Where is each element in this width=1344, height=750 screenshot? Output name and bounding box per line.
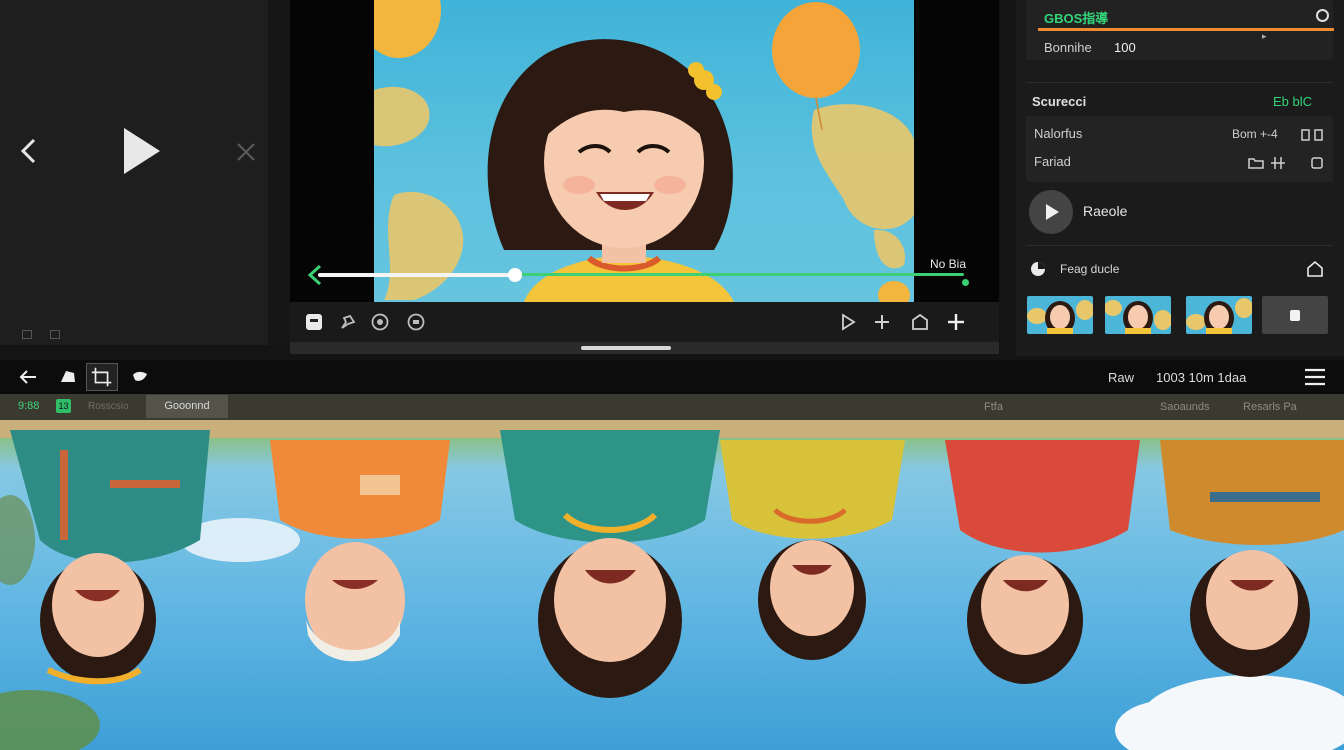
shape-icon[interactable]	[58, 367, 78, 387]
tab-item[interactable]: Saoaunds	[1160, 401, 1210, 413]
tab-badge: 13	[56, 399, 71, 413]
inspector-panel: GBOS指導 ▸ Bonnihe 100 Scurecci Eb blC Nal…	[1016, 0, 1344, 356]
video-viewer[interactable]: No Bia	[290, 0, 999, 302]
viewer-scroll-bar[interactable]	[290, 342, 999, 354]
more-icon	[1290, 310, 1300, 321]
scroll-handle[interactable]	[581, 346, 671, 350]
thumbnail[interactable]	[1105, 296, 1171, 334]
checkbox-icon[interactable]	[22, 330, 32, 339]
flip-icon[interactable]	[1300, 128, 1324, 142]
divider	[1026, 82, 1333, 83]
slider-tick-icon: ▸	[1262, 31, 1267, 41]
tab-item[interactable]: Ftfa	[984, 401, 1003, 413]
copy-icon[interactable]	[1310, 156, 1324, 170]
pie-icon	[1031, 262, 1045, 276]
play-button[interactable]	[1029, 190, 1073, 234]
photo-illustration	[0, 420, 1344, 750]
play-label: Raeole	[1083, 203, 1128, 219]
value-slider[interactable]	[1038, 28, 1334, 31]
record-icon[interactable]	[406, 312, 426, 332]
more-thumbnails-button[interactable]	[1262, 296, 1328, 334]
crop-icon[interactable]	[86, 363, 118, 391]
menu-icon[interactable]	[1304, 368, 1326, 386]
tab-item[interactable]: Resarls Pa	[1243, 401, 1297, 413]
chevron-left-icon[interactable]	[14, 136, 42, 166]
circle-icon[interactable]	[370, 312, 390, 332]
properties-box: Nalorfus Bom +-4 Fariad	[1026, 116, 1333, 182]
row-label: Nalorfus	[1034, 126, 1083, 141]
row-label: Fariad	[1034, 154, 1071, 169]
scrubber-played	[318, 273, 516, 277]
leaf-icon[interactable]	[130, 367, 150, 387]
scrubber-handle[interactable]	[508, 268, 522, 282]
scrubber-remaining[interactable]	[516, 273, 964, 276]
tab-item[interactable]: Rosscsio	[88, 401, 129, 412]
scrubber-end-marker[interactable]	[962, 279, 969, 286]
video-frame	[374, 0, 914, 302]
toolbar-label[interactable]: Raw	[1108, 370, 1134, 385]
timeline-photo-strip[interactable]	[0, 420, 1344, 750]
value-label: Bonnihe	[1044, 40, 1092, 55]
thumbnails-header: Feag ducle	[1060, 262, 1120, 276]
section-header-status[interactable]: Eb blC	[1273, 94, 1312, 109]
home-icon[interactable]	[910, 312, 930, 332]
add-icon[interactable]	[946, 312, 966, 332]
left-preview-panel	[0, 0, 268, 345]
radio-icon[interactable]	[1316, 9, 1329, 22]
split-icon[interactable]	[1270, 156, 1286, 170]
inspector-top-card: GBOS指導 ▸ Bonnihe 100	[1026, 0, 1334, 60]
thumbnail[interactable]	[1027, 296, 1093, 334]
checkbox-icon[interactable]	[50, 330, 60, 339]
close-icon[interactable]	[234, 140, 258, 164]
video-frame-illustration	[374, 0, 914, 302]
note-icon[interactable]	[304, 312, 324, 332]
plus-icon[interactable]	[872, 312, 892, 332]
toolbar-timecode[interactable]: 1003 10m 1daa	[1156, 370, 1246, 385]
value-readout[interactable]: 100	[1114, 40, 1136, 55]
arrow-left-icon[interactable]	[18, 367, 38, 387]
main-toolbar	[0, 360, 1344, 394]
thumbnail[interactable]	[1186, 296, 1252, 334]
divider	[1026, 245, 1333, 246]
arrow-left-icon[interactable]	[305, 263, 325, 287]
play-icon[interactable]	[118, 124, 164, 178]
folder-icon[interactable]	[1248, 156, 1264, 170]
tab-selected[interactable]: Gooonnd	[146, 395, 228, 418]
play-outline-icon[interactable]	[838, 312, 858, 332]
panel-divider[interactable]	[268, 0, 290, 345]
viewer-controls	[290, 302, 999, 342]
home-icon[interactable]	[1306, 260, 1324, 278]
section-header: Scurecci	[1032, 94, 1087, 109]
viewer-tag: No Bia	[930, 257, 967, 271]
tab-active[interactable]: 9:88	[18, 400, 39, 412]
play-icon	[1046, 204, 1059, 220]
pin-icon[interactable]	[338, 312, 358, 332]
inspector-title: GBOS指導	[1044, 11, 1109, 26]
row-value[interactable]: Bom +-4	[1232, 127, 1278, 141]
